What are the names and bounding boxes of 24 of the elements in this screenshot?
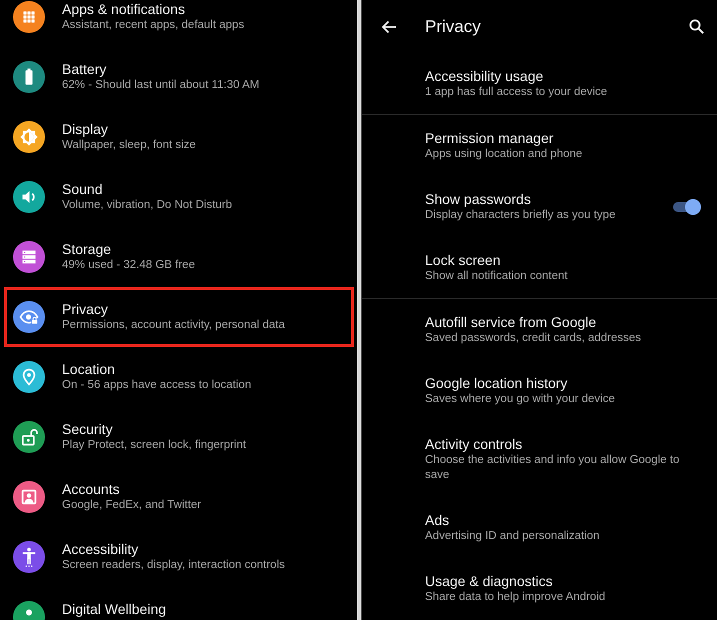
settings-item[interactable]: Sound Volume, vibration, Do Not Disturb xyxy=(4,167,354,227)
back-arrow-icon[interactable] xyxy=(381,18,397,34)
settings-item[interactable]: Apps & notifications Assistant, recent apps, default apps xyxy=(4,0,354,47)
toggle-switch[interactable] xyxy=(671,199,701,215)
settings-item[interactable]: Accessibility usage 1 app has full access to your device xyxy=(362,53,717,114)
settings-item[interactable]: Digital Wellbeing xyxy=(4,587,354,620)
search-icon[interactable] xyxy=(689,19,704,34)
settings-item[interactable]: Show passwords Display characters briefly as you type xyxy=(362,176,717,237)
screen-title: Privacy xyxy=(425,16,482,36)
settings-item[interactable]: Lock screen Show all notification content xyxy=(362,237,717,298)
settings-item[interactable]: Activity controls Choose the activities and info you allow Google to save xyxy=(362,421,717,497)
settings-item[interactable]: Accessibility Screen readers, display, interaction controls xyxy=(4,527,354,587)
settings-item[interactable]: Battery 62% - Should last until about 11:30 AM xyxy=(4,47,354,107)
settings-item[interactable]: Google location history Saves where you go with your device xyxy=(362,360,717,421)
settings-item[interactable]: Ads Advertising ID and personalization xyxy=(362,497,717,558)
settings-item[interactable]: Security Play Protect, screen lock, fingerprint xyxy=(4,407,354,467)
settings-item[interactable]: Privacy Permissions, account activity, personal data xyxy=(4,287,354,347)
settings-item[interactable]: Autofill service from Google Saved passwords, credit cards, addresses xyxy=(362,299,717,360)
settings-item[interactable]: Usage & diagnostics Share data to help improve Android xyxy=(362,558,717,619)
settings-item[interactable]: Storage 49% used - 32.48 GB free xyxy=(4,227,354,287)
settings-item[interactable]: Permission manager Apps using location and phone xyxy=(362,115,717,176)
settings-item[interactable]: Accounts Google, FedEx, and Twitter xyxy=(4,467,354,527)
settings-item[interactable]: Location On - 56 apps have access to location xyxy=(4,347,354,407)
settings-item[interactable]: Display Wallpaper, sleep, font size xyxy=(4,107,354,167)
